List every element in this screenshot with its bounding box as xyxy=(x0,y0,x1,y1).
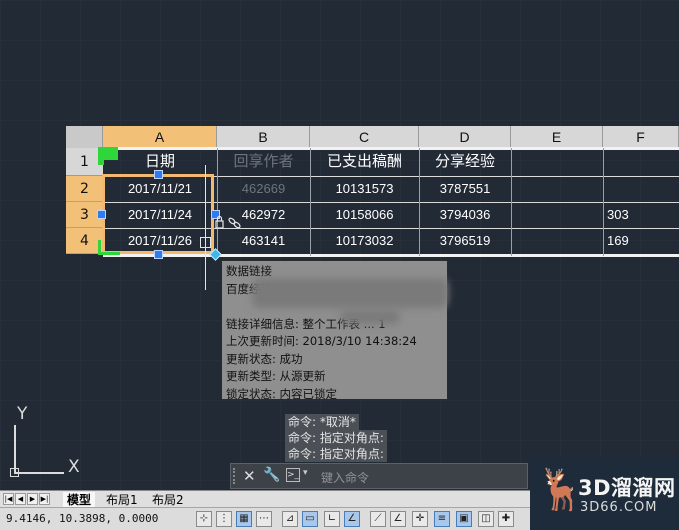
ucs-x-label: X xyxy=(68,457,80,477)
table-origin-grip-edge xyxy=(98,147,104,165)
ortho-mode-icon[interactable]: ∟ xyxy=(324,511,340,527)
cell-b1[interactable]: 回享作者 xyxy=(217,149,310,175)
ucs-y-axis xyxy=(14,425,16,473)
object-snap-icon[interactable]: ✛ xyxy=(412,511,428,527)
tooltip-update-status: 更新状态: 成功 xyxy=(226,351,303,366)
cell-b2[interactable]: 462669 xyxy=(217,176,310,202)
cell-d3[interactable]: 3794036 xyxy=(419,202,511,228)
last-tab-button[interactable]: ▶| xyxy=(39,493,50,505)
dynamic-input-icon[interactable]: ▭ xyxy=(302,511,318,527)
command-line-drag-handle[interactable] xyxy=(233,468,239,484)
chevron-down-icon[interactable]: ▾ xyxy=(303,468,308,478)
grip-top[interactable] xyxy=(154,170,163,179)
cell-c4[interactable]: 10173032 xyxy=(310,228,419,254)
command-history-line: 命令: 指定对角点: xyxy=(285,446,387,462)
cell-c3[interactable]: 10158066 xyxy=(310,202,419,228)
column-header-a[interactable]: A xyxy=(103,126,217,148)
grip-bottom[interactable] xyxy=(154,250,163,259)
grid-snap-icon[interactable]: ⋮ xyxy=(216,511,232,527)
first-tab-button[interactable]: |◀ xyxy=(3,493,14,505)
drawing-canvas[interactable]: A B C D E F 1 2 3 4 日期 回享作者 已支出稿酬 分享经验 2… xyxy=(0,0,679,490)
column-header-e[interactable]: E xyxy=(511,126,603,148)
column-header-f[interactable]: F xyxy=(603,126,679,148)
cell-d4[interactable]: 3796519 xyxy=(419,228,511,254)
selection-corner-marker xyxy=(98,240,101,255)
ucs-origin xyxy=(10,468,19,477)
cell-d1[interactable]: 分享经验 xyxy=(419,149,511,175)
col-divider xyxy=(511,148,512,256)
snap-mode-icon[interactable]: ⋯ xyxy=(256,511,272,527)
infer-constraints-icon[interactable]: ⊿ xyxy=(282,511,298,527)
model-space-icon[interactable]: ⊹ xyxy=(196,511,212,527)
coordinate-readout: 9.4146, 10.3898, 0.0000 xyxy=(6,512,159,525)
tab-layout1[interactable]: 布局1 xyxy=(102,492,142,508)
isometric-icon[interactable]: ⟋ xyxy=(370,511,386,527)
redaction-blur xyxy=(340,310,400,324)
command-history-line: 命令: *取消* xyxy=(285,414,359,430)
object-snap-tracking-icon[interactable]: ∠ xyxy=(390,511,406,527)
polar-tracking-icon[interactable]: ∠ xyxy=(344,511,360,527)
command-input[interactable]: 键入命令 xyxy=(321,469,369,486)
cell-f4[interactable]: 169 xyxy=(603,228,637,254)
watermark-brand: 3D溜溜网 xyxy=(578,476,676,500)
cell-d2[interactable]: 3787551 xyxy=(419,176,511,202)
cell-c2[interactable]: 10131573 xyxy=(310,176,419,202)
table-corner xyxy=(66,126,103,148)
selection-cycling-icon[interactable]: ◫ xyxy=(478,511,494,527)
column-header-b[interactable]: B xyxy=(217,126,310,148)
ucs-y-label: Y xyxy=(17,404,28,424)
row-header-2[interactable]: 2 xyxy=(66,176,103,202)
transparency-icon[interactable]: ▣ xyxy=(456,511,472,527)
lineweight-icon[interactable]: ≡ xyxy=(434,511,450,527)
next-tab-button[interactable]: ▶ xyxy=(27,493,38,505)
cell-f3[interactable]: 303 xyxy=(603,202,637,228)
prev-tab-button[interactable]: ◀ xyxy=(15,493,26,505)
crosshair-vertical xyxy=(205,165,206,290)
cell-b4[interactable]: 463141 xyxy=(217,228,310,254)
tooltip-last-update: 上次更新时间: 2018/3/10 14:38:24 xyxy=(226,334,417,348)
wrench-icon[interactable]: 🔧 xyxy=(263,467,280,483)
ucs-x-axis xyxy=(14,472,64,474)
cell-c1[interactable]: 已支出稿酬 xyxy=(310,149,419,175)
command-history-line: 命令: 指定对角点: xyxy=(285,430,387,446)
grid-display-icon[interactable]: ▦ xyxy=(236,511,252,527)
command-history: 命令: *取消* 命令: 指定对角点: 命令: 指定对角点: xyxy=(285,414,387,462)
selection-corner-marker xyxy=(98,252,120,255)
tab-model[interactable]: 模型 xyxy=(63,492,96,508)
tab-layout2[interactable]: 布局2 xyxy=(148,492,188,508)
tooltip-lock-status: 锁定状态: 内容已锁定 xyxy=(226,386,338,401)
watermark-url: 3D66.COM xyxy=(580,500,658,515)
command-prompt-icon[interactable]: >_ xyxy=(286,468,300,482)
table-bottom-border xyxy=(103,254,679,257)
tooltip-update-type: 更新类型: 从源更新 xyxy=(226,369,326,383)
redaction-blur xyxy=(252,278,448,308)
annotation-monitor-icon[interactable]: ✚ xyxy=(498,511,514,527)
grip-left[interactable] xyxy=(97,210,106,219)
crosshair-pickbox xyxy=(200,237,211,248)
watermark-logo: 🦌 3D溜溜网 3D66.COM xyxy=(530,458,679,530)
cell-selection-box xyxy=(102,174,214,254)
command-line[interactable]: ✕ 🔧 >_ ▾ 键入命令 xyxy=(230,463,528,489)
lock-link-icon xyxy=(215,215,241,229)
column-header-d[interactable]: D xyxy=(419,126,511,148)
column-header-c[interactable]: C xyxy=(310,126,419,148)
tooltip-link-details: 链接详细信息: 整个工作表 ... 1 xyxy=(226,316,386,331)
close-icon[interactable]: ✕ xyxy=(243,467,256,485)
